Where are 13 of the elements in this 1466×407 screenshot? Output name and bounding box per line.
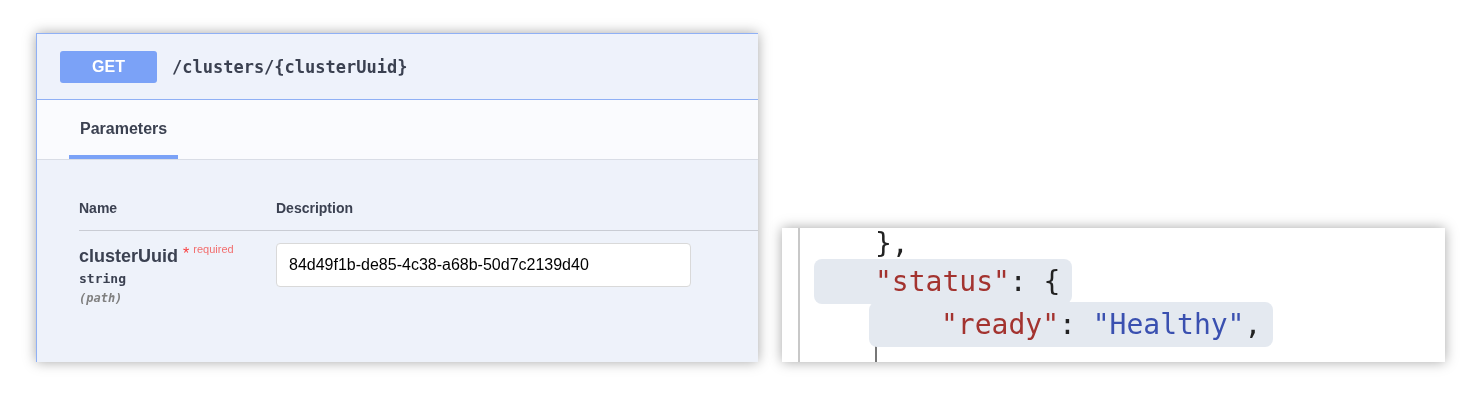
parameter-name: clusterUuid: [79, 245, 179, 267]
column-header: Description: [276, 199, 353, 216]
parameter-type: string: [79, 271, 127, 286]
code-line: },: [874, 228, 910, 260]
column-header: Name: [79, 199, 119, 216]
method-badge: GET: [60, 50, 157, 83]
parameter-location: (path): [79, 291, 124, 305]
parameter-input[interactable]: 84d49f1b-de85-4c38-a68b-50d7c2139d40: [276, 243, 691, 287]
parameters-tab[interactable]: Parameters: [69, 100, 179, 159]
required-asterisk: *: [183, 244, 190, 263]
endpoint-path: /clusters/{clusterUuid}: [172, 56, 408, 77]
operation-header[interactable]: GET /clusters/{clusterUuid}: [37, 33, 758, 100]
required-label: required: [193, 243, 234, 255]
